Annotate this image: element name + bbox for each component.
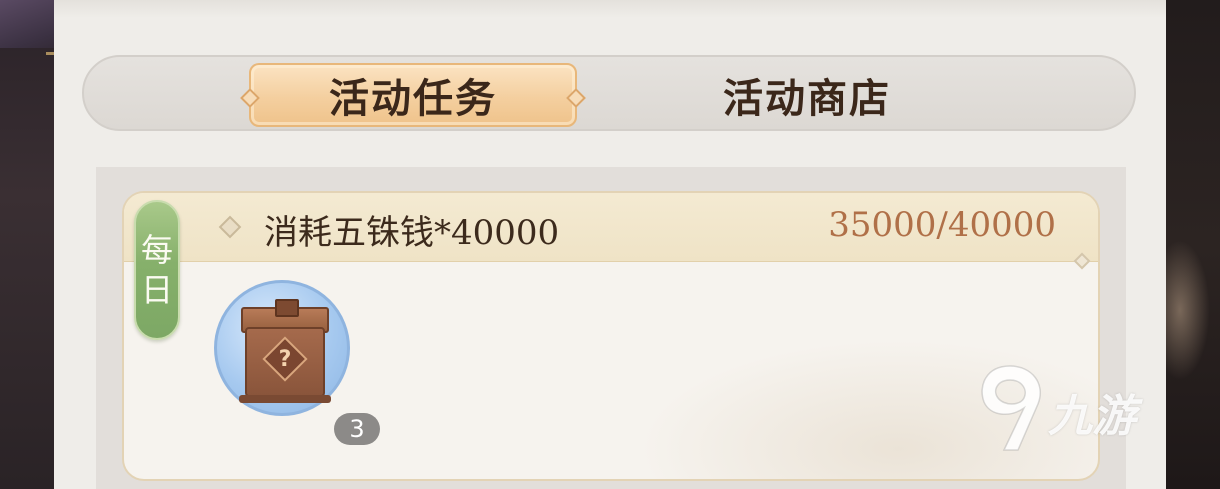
diamond-bullet-icon [218,215,242,239]
task-progress: 35000/40000 [828,205,1056,245]
chest-latch [275,299,299,317]
task-header: 消耗五铢钱*40000 35000/40000 [124,193,1098,262]
task-title: 消耗五铢钱*40000 [264,213,560,253]
daily-badge-char: 每 [140,231,173,269]
daily-badge: 每 日 [134,200,180,340]
chest-base [239,395,331,403]
panel-top-edge [54,0,1166,18]
daily-badge-char: 日 [140,271,173,309]
tab-label: 活动商店 [723,75,891,122]
tab-bar: 活动任务 活动商店 [82,55,1136,131]
activity-panel: 活动任务 活动商店 消耗五铢钱*40000 35000/40000 [54,0,1166,489]
tab-left-diamond-icon [240,88,260,108]
question-mark-icon: ? [265,339,305,379]
tab-right-diamond-icon [566,88,586,108]
tab-activity-shop[interactable]: 活动商店 [667,63,947,127]
tab-label: 活动任务 [329,75,497,122]
reward-count-badge: 3 [334,413,380,445]
tab-activity-tasks[interactable]: 活动任务 [240,63,586,127]
reward-item[interactable]: ? [214,280,350,416]
background-left [0,0,60,489]
